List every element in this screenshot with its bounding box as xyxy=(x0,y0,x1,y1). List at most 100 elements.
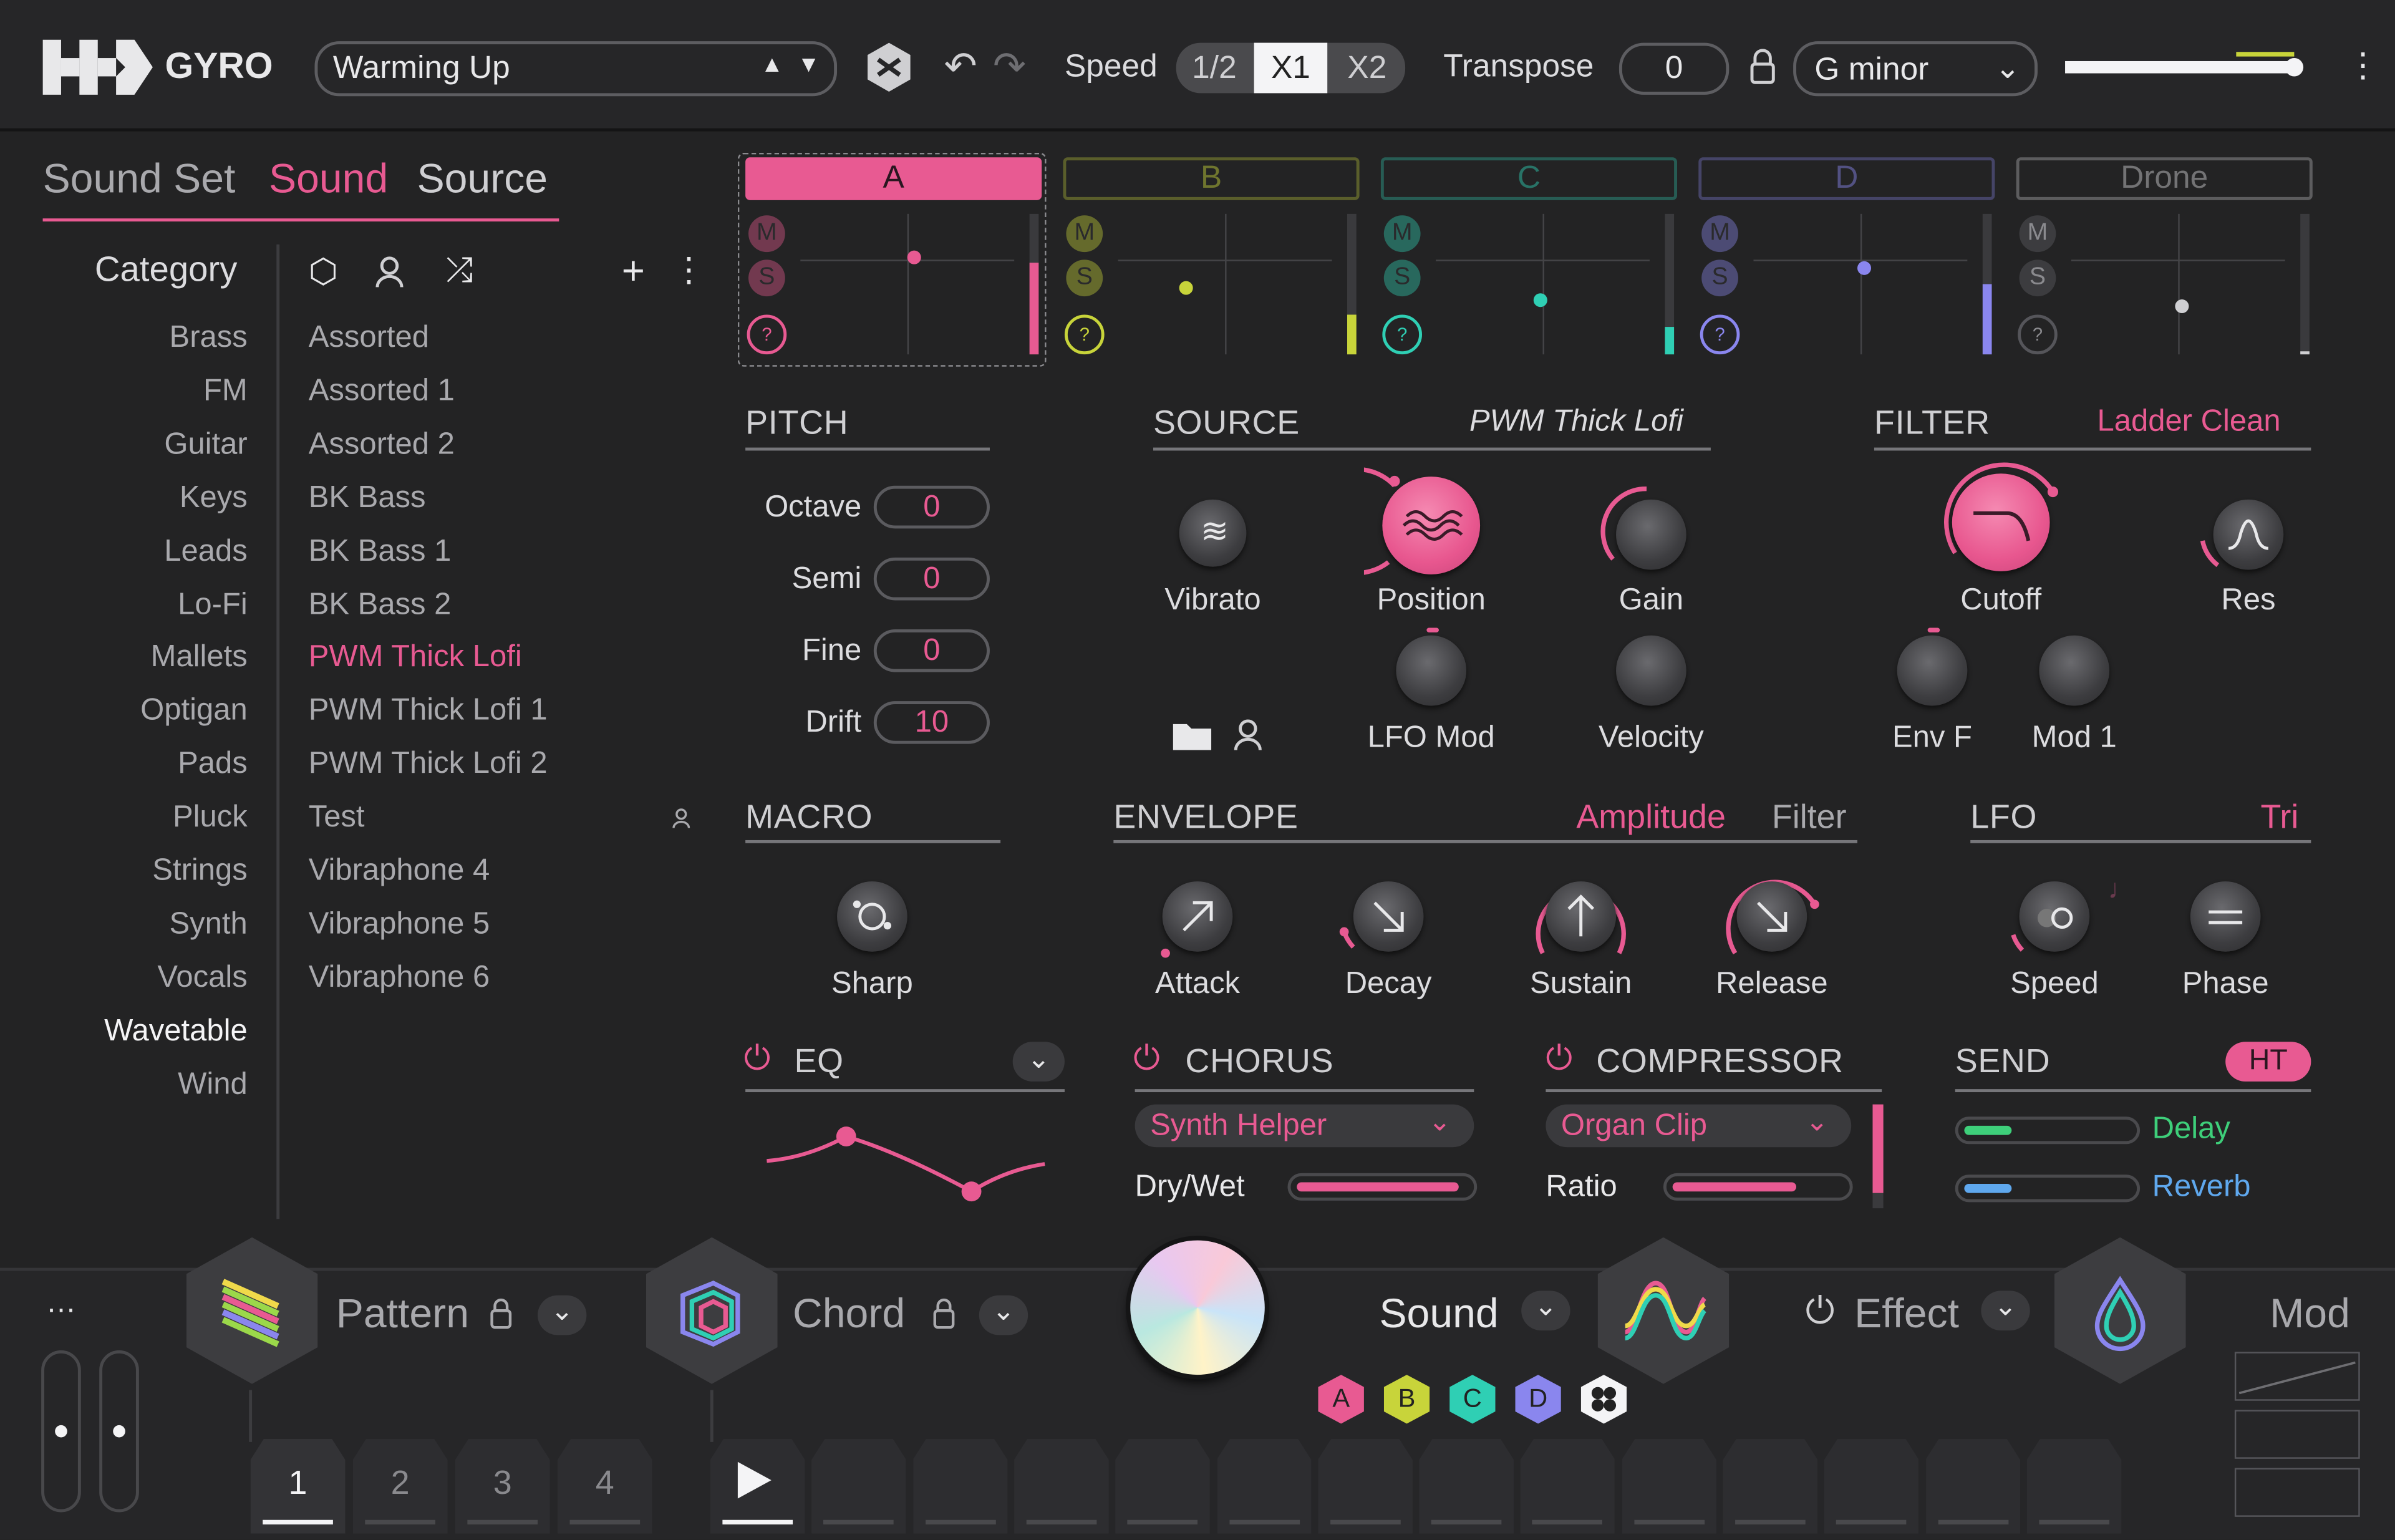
cutoff-knob[interactable] xyxy=(1952,473,2050,571)
category-item[interactable]: Strings xyxy=(95,854,247,889)
add-icon[interactable]: + xyxy=(622,248,645,295)
tab-source[interactable]: Source xyxy=(417,156,548,203)
sound-item[interactable]: PWM Thick Lofi 2 xyxy=(309,747,548,782)
layer-solo-button[interactable]: S xyxy=(1066,259,1103,297)
mod1-knob[interactable] xyxy=(2039,635,2110,706)
lfo-mod-knob[interactable] xyxy=(1396,635,1467,706)
gain-knob[interactable] xyxy=(1616,499,1686,570)
send-reverb-slider[interactable] xyxy=(1955,1174,2141,1203)
layer-random-icon[interactable]: ? xyxy=(747,314,787,355)
sequencer-step[interactable] xyxy=(1622,1438,1716,1534)
compressor-preset-selector[interactable]: Organ Clip ⌄ xyxy=(1546,1104,1852,1148)
sound-item[interactable]: Assorted 2 xyxy=(309,427,455,462)
position-knob[interactable] xyxy=(1382,477,1481,574)
menu-dots-icon[interactable]: ⋮ xyxy=(2346,46,2380,85)
preset-next-icon[interactable]: ▼ xyxy=(797,52,820,78)
shuffle-icon[interactable]: ⤮ xyxy=(446,251,473,291)
pitch-fine-value[interactable]: 0 xyxy=(873,629,990,672)
mod-slot-3[interactable] xyxy=(2234,1468,2360,1517)
eq-power-icon[interactable]: ⏻ xyxy=(744,1039,771,1078)
sound-item[interactable]: Vibraphone 5 xyxy=(309,907,490,942)
layer-random-icon[interactable]: ? xyxy=(2018,314,2058,355)
layer-xy-dot[interactable] xyxy=(1179,281,1193,295)
layer-solo-button[interactable]: S xyxy=(1701,259,1738,297)
source-preset[interactable]: PWM Thick Lofi xyxy=(1469,405,1683,440)
compressor-ratio-slider[interactable] xyxy=(1663,1173,1853,1201)
layer-xy-pad[interactable] xyxy=(2071,213,2285,355)
layer-solo-button[interactable]: S xyxy=(2019,259,2056,297)
category-item[interactable]: Synth xyxy=(95,907,247,942)
chord-lock-icon[interactable] xyxy=(932,1297,956,1330)
effect-power-icon[interactable]: ⏻ xyxy=(1806,1291,1834,1334)
scale-selector[interactable]: G minor ⌄ xyxy=(1793,41,2038,97)
envelope-tab-filter[interactable]: Filter xyxy=(1772,797,1847,837)
sound-chevron-icon[interactable]: ⌄ xyxy=(1521,1291,1570,1331)
layer-random-icon[interactable]: ? xyxy=(1382,314,1423,355)
pitch-semi-value[interactable]: 0 xyxy=(873,557,990,601)
cube-filter-icon[interactable]: ⬡ xyxy=(309,252,338,292)
pitch-wheel[interactable] xyxy=(41,1350,81,1513)
mod-wheel[interactable] xyxy=(99,1350,139,1513)
sound-item[interactable]: BK Bass 1 xyxy=(309,534,452,569)
sequencer-step[interactable] xyxy=(1925,1438,2021,1534)
sound-item[interactable]: Test xyxy=(309,801,365,836)
category-item[interactable]: Vocals xyxy=(95,961,247,995)
pattern-step[interactable]: 3 xyxy=(455,1438,550,1534)
layer-xy-pad[interactable] xyxy=(1118,213,1332,355)
category-item[interactable]: FM xyxy=(95,374,248,409)
layer-tab-d[interactable]: D xyxy=(1698,157,1995,200)
envelope-tab-amplitude[interactable]: Amplitude xyxy=(1576,797,1726,837)
volume-slider[interactable] xyxy=(2065,52,2310,79)
chorus-power-icon[interactable]: ⏻ xyxy=(1133,1039,1160,1078)
volume-handle[interactable] xyxy=(2285,58,2304,77)
speed-x2[interactable]: X2 xyxy=(1332,43,1403,94)
undo-icon[interactable]: ↶ xyxy=(944,43,977,90)
chorus-preset-selector[interactable]: Synth Helper ⌄ xyxy=(1135,1104,1474,1148)
attack-knob[interactable] xyxy=(1162,881,1233,952)
chord-chevron-icon[interactable]: ⌄ xyxy=(979,1295,1028,1335)
layer-mute-button[interactable]: M xyxy=(1701,215,1738,253)
tab-sound[interactable]: Sound xyxy=(269,156,388,203)
lfo-shape[interactable]: Tri xyxy=(2261,797,2299,837)
filter-preset[interactable]: Ladder Clean xyxy=(2097,405,2280,440)
sound-item[interactable]: BK Bass 2 xyxy=(309,588,452,622)
category-item[interactable]: Optigan xyxy=(95,694,248,729)
effect-chevron-icon[interactable]: ⌄ xyxy=(1981,1291,2030,1331)
category-item[interactable]: Pads xyxy=(95,747,248,782)
preset-selector[interactable]: Warming Up ▲ ▼ xyxy=(314,41,838,97)
vibrato-knob[interactable]: ≋ xyxy=(1179,499,1247,567)
res-knob[interactable] xyxy=(2213,499,2284,570)
layer-xy-dot[interactable] xyxy=(1533,293,1547,308)
layer-mute-button[interactable]: M xyxy=(1066,215,1103,253)
pitch-drift-value[interactable]: 10 xyxy=(873,701,990,744)
speed-x1[interactable]: X1 xyxy=(1254,42,1328,94)
mod-slot-2[interactable] xyxy=(2234,1410,2360,1459)
transpose-value[interactable]: 0 xyxy=(1618,42,1730,95)
category-item[interactable]: Wavetable xyxy=(95,1014,248,1048)
velocity-knob[interactable] xyxy=(1616,635,1686,706)
category-item[interactable]: Guitar xyxy=(95,427,247,462)
bottom-more-icon[interactable]: … xyxy=(46,1286,76,1321)
category-item[interactable]: Mallets xyxy=(95,641,248,676)
sequencer-step[interactable] xyxy=(1317,1438,1413,1534)
sound-item[interactable]: PWM Thick Lofi xyxy=(309,641,522,676)
sound-item[interactable]: Assorted 1 xyxy=(309,374,455,409)
send-ht-badge[interactable]: HT xyxy=(2225,1042,2311,1082)
sequencer-step[interactable] xyxy=(1115,1438,1211,1534)
lfo-phase-knob[interactable] xyxy=(2190,881,2261,952)
category-item[interactable]: Brass xyxy=(95,321,248,356)
mod-slot-1[interactable] xyxy=(2234,1352,2360,1401)
user-filter-icon[interactable] xyxy=(374,255,405,289)
layer-xy-pad[interactable] xyxy=(1436,213,1650,355)
layer-random-icon[interactable]: ? xyxy=(1700,314,1740,355)
sound-item[interactable]: BK Bass xyxy=(309,481,426,516)
pattern-step[interactable]: 4 xyxy=(557,1438,652,1534)
layer-xy-pad[interactable] xyxy=(800,213,1015,355)
layer-mute-button[interactable]: M xyxy=(1383,215,1421,253)
sequencer-step[interactable] xyxy=(1520,1438,1615,1534)
speed-half[interactable]: 1/2 xyxy=(1179,43,1250,94)
lfo-speed-knob[interactable] xyxy=(2019,881,2090,952)
layer-mute-button[interactable]: M xyxy=(748,215,785,253)
layer-solo-button[interactable]: S xyxy=(1383,259,1421,297)
pattern-lock-icon[interactable] xyxy=(489,1297,513,1330)
